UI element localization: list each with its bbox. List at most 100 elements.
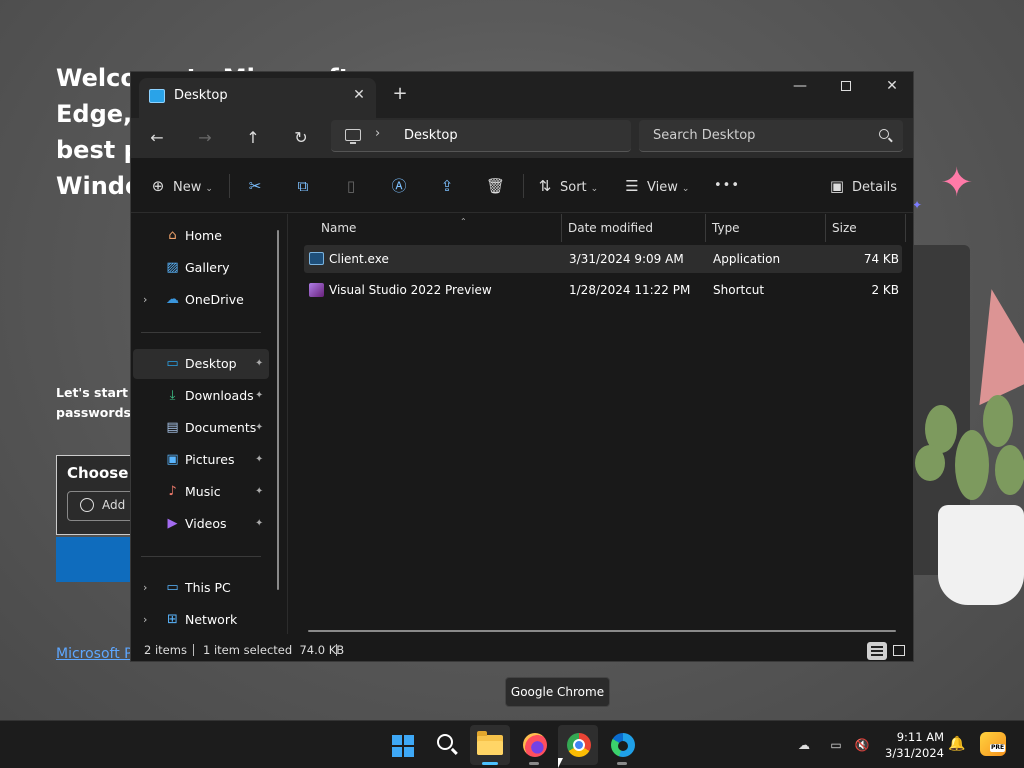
divider [523, 174, 524, 198]
system-clock[interactable]: 9:11 AM 3/31/2024 [882, 729, 944, 761]
pin-icon: ✦ [255, 486, 264, 497]
view-button[interactable]: ☰ View ⌄ [623, 172, 689, 200]
sidebar-item-downloads[interactable]: ⤓ Downloads ✦ [133, 381, 269, 411]
desktop-folder-icon [149, 89, 165, 103]
display-icon[interactable]: ▭ [828, 737, 844, 753]
navigation-bar: ← → ↑ ↻ › Desktop Search Desktop [131, 118, 913, 158]
rename-button[interactable]: Ⓐ [390, 172, 414, 200]
taskbar-chrome[interactable] [558, 725, 598, 765]
sidebar-item-label: This PC [185, 580, 231, 595]
file-explorer-window: Desktop ✕ + — ✕ ← → ↑ ↻ › Desktop Search… [130, 71, 914, 662]
new-button[interactable]: ⊕ New ⌄ [149, 172, 213, 200]
computer-icon [345, 129, 361, 144]
column-header-type[interactable]: Type [706, 214, 826, 242]
details-view-button[interactable] [867, 642, 887, 660]
refresh-button[interactable]: ↻ [286, 124, 316, 152]
trash-icon: 🗑 [486, 177, 506, 195]
notification-bell-icon[interactable]: 🔔 [948, 736, 965, 752]
running-indicator [617, 762, 627, 765]
sidebar-item-label: Gallery [185, 260, 230, 275]
details-pane-button[interactable]: ▣ Details [828, 172, 897, 200]
sort-button[interactable]: ⇅ Sort ⌄ [536, 172, 599, 200]
volume-muted-icon[interactable]: 🔇 [854, 737, 870, 753]
sidebar-item-label: Documents [185, 420, 257, 435]
up-button[interactable]: ↑ [238, 124, 268, 152]
chevron-right-icon[interactable]: › [143, 573, 147, 603]
back-button[interactable]: ← [142, 124, 172, 152]
sidebar-item-gallery[interactable]: ▨ Gallery [133, 253, 269, 283]
taskbar-firefox[interactable] [514, 725, 554, 765]
pin-icon: ✦ [255, 358, 264, 369]
chevron-down-icon: ⌄ [205, 184, 213, 194]
copy-button[interactable]: ⧉ [294, 172, 318, 200]
folder-icon [477, 731, 503, 755]
details-pane-icon: ▣ [829, 177, 845, 195]
start-button[interactable] [382, 725, 422, 765]
sidebar-item-videos[interactable]: ▶ Videos ✦ [133, 509, 269, 539]
search-placeholder: Search Desktop [653, 128, 756, 143]
search-icon [879, 129, 889, 139]
sidebar-divider [141, 556, 261, 557]
sidebar-item-home[interactable]: ⌂ Home [133, 221, 269, 251]
sidebar-divider [141, 332, 261, 333]
file-date: 3/31/2024 9:09 AM [569, 252, 684, 266]
cut-button[interactable]: ✂ [246, 172, 270, 200]
close-window-button[interactable]: ✕ [869, 72, 915, 102]
taskbar-search-button[interactable] [426, 725, 466, 765]
share-button[interactable]: ⇪ [438, 172, 462, 200]
sidebar-item-network[interactable]: › ⊞ Network [133, 605, 269, 635]
table-row[interactable]: Visual Studio 2022 Preview 1/28/2024 11:… [304, 276, 902, 304]
onedrive-icon: ☁ [166, 292, 179, 307]
taskbar-edge[interactable] [602, 725, 642, 765]
column-header-size[interactable]: Size [826, 214, 906, 242]
tiles-view-button[interactable] [889, 642, 909, 660]
pin-icon: ✦ [255, 454, 264, 465]
downloads-icon: ⤓ [169, 388, 176, 403]
sidebar-item-onedrive[interactable]: › ☁ OneDrive [133, 285, 269, 315]
paste-button[interactable]: ▯ [342, 172, 366, 200]
sidebar-item-documents[interactable]: ▤ Documents ✦ [133, 413, 269, 443]
sidebar-item-desktop[interactable]: ▭ Desktop ✦ [133, 349, 269, 379]
delete-button[interactable]: 🗑 [486, 172, 510, 200]
maximize-button[interactable] [823, 72, 869, 102]
cactus-decoration [915, 390, 1024, 515]
taskbar-file-explorer[interactable] [470, 725, 510, 765]
chevron-down-icon: ⌄ [681, 184, 690, 194]
tab-desktop[interactable]: Desktop ✕ [139, 78, 376, 118]
breadcrumb-desktop[interactable]: Desktop [404, 128, 458, 143]
sidebar-item-label: Pictures [185, 452, 235, 467]
more-options-button[interactable]: ••• [714, 172, 740, 200]
search-icon [437, 734, 453, 750]
chevron-right-icon[interactable]: › [143, 605, 147, 635]
chrome-icon [567, 733, 591, 757]
cloud-off-icon[interactable]: ☁ [796, 737, 812, 753]
privacy-link[interactable]: Microsoft Pr [56, 646, 138, 662]
new-tab-button[interactable]: + [390, 84, 410, 104]
column-header-name[interactable]: Name ⌃ [315, 214, 562, 242]
sort-label: Sort [560, 180, 587, 195]
file-name: Client.exe [329, 252, 389, 266]
address-bar[interactable]: › Desktop [331, 120, 631, 152]
table-row[interactable]: Client.exe 3/31/2024 9:09 AM Application… [304, 245, 902, 273]
forward-button[interactable]: → [190, 124, 220, 152]
sidebar-item-this-pc[interactable]: › ▭ This PC [133, 573, 269, 603]
firefox-icon [523, 733, 547, 757]
active-indicator [482, 762, 498, 765]
column-header-date-modified[interactable]: Date modified [562, 214, 706, 242]
copilot-icon[interactable]: PRE [980, 732, 1006, 756]
primary-action-button[interactable] [56, 537, 136, 582]
close-tab-button[interactable]: ✕ [349, 85, 369, 105]
sidebar-item-pictures[interactable]: ▣ Pictures ✦ [133, 445, 269, 475]
minimize-button[interactable]: — [777, 72, 823, 102]
horizontal-scrollbar[interactable] [308, 630, 896, 632]
sidebar-scrollbar[interactable] [277, 230, 279, 590]
sidebar-item-label: Desktop [185, 356, 237, 371]
chevron-right-icon[interactable]: › [143, 285, 147, 315]
this-pc-icon: ▭ [166, 580, 179, 595]
pin-icon: ✦ [255, 422, 264, 433]
copy-icon: ⧉ [297, 177, 309, 195]
status-divider [193, 644, 194, 656]
chevron-right-icon[interactable]: › [375, 126, 380, 141]
sidebar-item-music[interactable]: ♪ Music ✦ [133, 477, 269, 507]
search-input[interactable]: Search Desktop [639, 120, 903, 152]
